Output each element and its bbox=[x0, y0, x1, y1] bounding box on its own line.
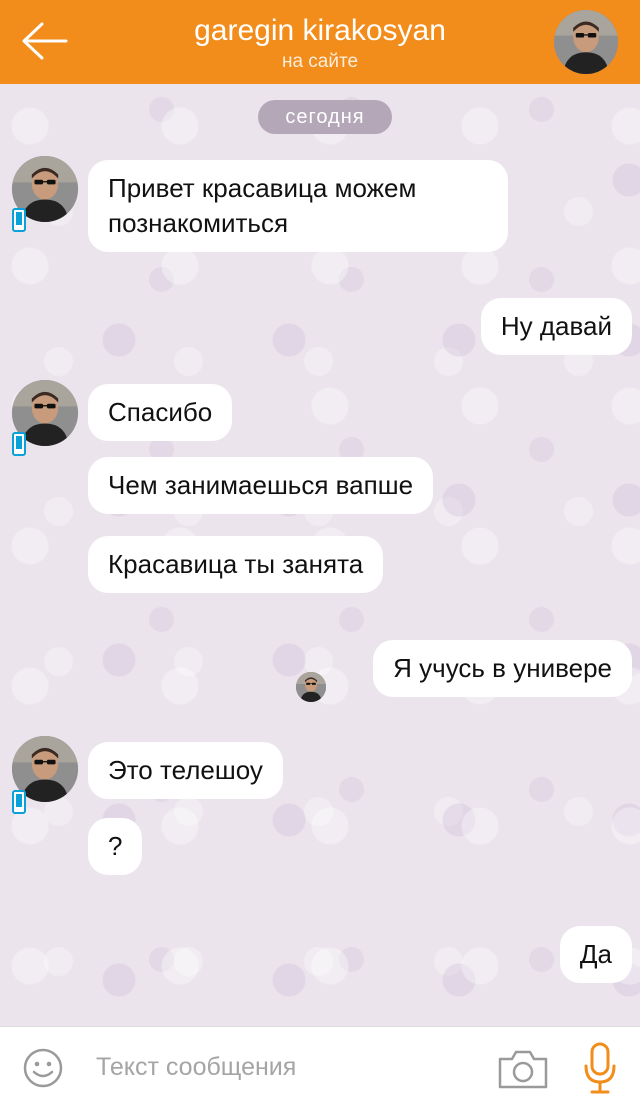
incoming-message[interactable]: Спасибо bbox=[88, 384, 233, 441]
back-button[interactable] bbox=[14, 14, 74, 68]
mobile-phone-icon bbox=[12, 790, 26, 814]
message-list[interactable]: сегодня Привет красавица можем познакоми… bbox=[0, 84, 640, 1026]
online-status: на сайте bbox=[281, 51, 359, 72]
voice-message-button[interactable] bbox=[580, 1041, 620, 1097]
arrow-left-icon bbox=[22, 22, 68, 60]
incoming-message[interactable]: Чем занимаешься вапше bbox=[88, 457, 434, 514]
camera-button[interactable] bbox=[496, 1047, 550, 1091]
date-divider: сегодня bbox=[258, 100, 392, 134]
camera-icon bbox=[498, 1050, 548, 1089]
message-input[interactable] bbox=[96, 1045, 476, 1089]
incoming-message[interactable]: Красавица ты занята bbox=[88, 536, 384, 593]
outgoing-message[interactable]: Ну давай bbox=[480, 298, 632, 355]
incoming-message[interactable]: ? bbox=[88, 818, 143, 875]
mobile-phone-icon bbox=[12, 208, 26, 232]
message-composer bbox=[0, 1026, 640, 1109]
outgoing-message[interactable]: Да bbox=[559, 926, 632, 983]
avatar-photo bbox=[296, 672, 326, 702]
incoming-message[interactable]: Это телешоу bbox=[88, 742, 283, 799]
own-avatar bbox=[296, 672, 326, 702]
chat-header: garegin kirakosyan на сайте bbox=[0, 0, 640, 84]
microphone-icon bbox=[584, 1042, 616, 1094]
contact-avatar[interactable] bbox=[554, 10, 618, 74]
avatar-photo bbox=[554, 10, 618, 74]
mobile-phone-icon bbox=[12, 432, 26, 456]
incoming-message[interactable]: Привет красавица можем познакомиться bbox=[88, 160, 508, 252]
contact-info[interactable]: garegin kirakosyan на сайте bbox=[110, 12, 530, 74]
contact-name[interactable]: garegin kirakosyan bbox=[110, 12, 530, 50]
outgoing-message[interactable]: Я учусь в универе bbox=[373, 640, 632, 697]
smile-icon bbox=[23, 1048, 63, 1088]
emoji-button[interactable] bbox=[22, 1047, 64, 1089]
